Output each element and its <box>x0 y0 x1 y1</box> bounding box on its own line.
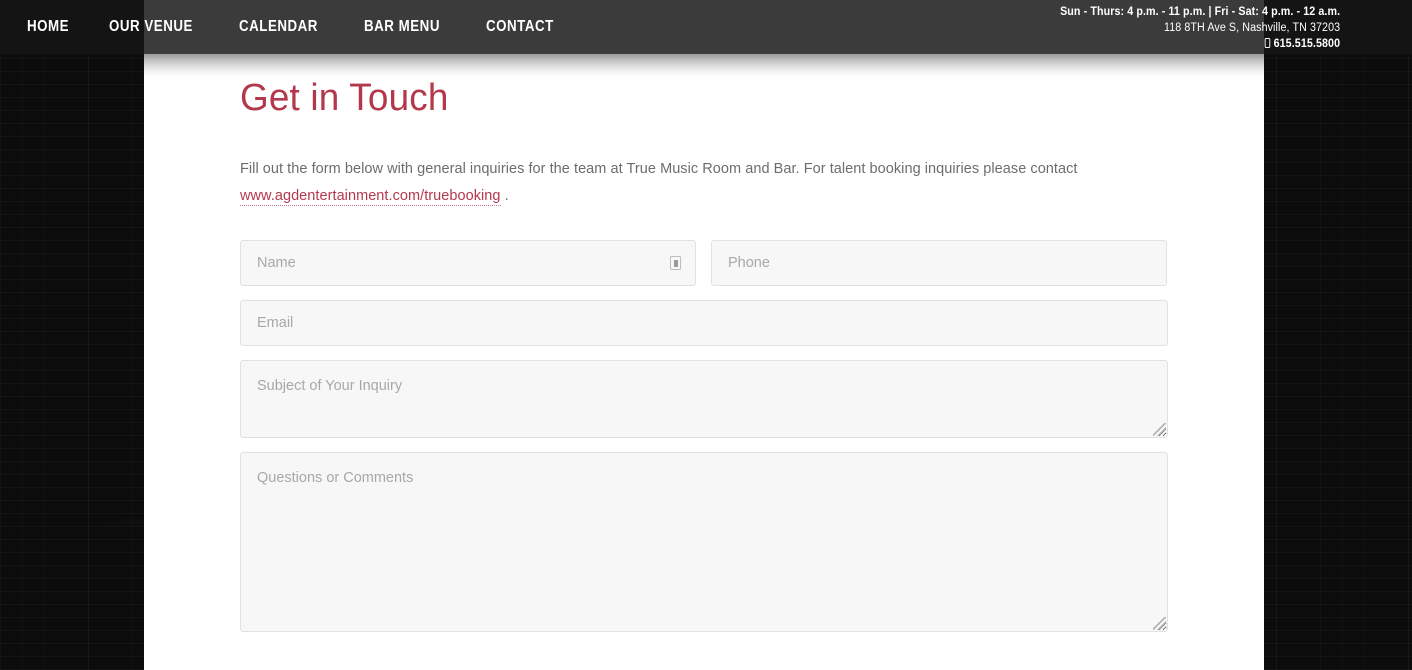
contact-form <box>240 240 1168 632</box>
mobile-phone-icon <box>1264 38 1270 48</box>
email-field-wrap <box>240 300 1168 346</box>
phone-input[interactable] <box>711 240 1167 286</box>
panel-top-shadow <box>144 54 1264 76</box>
nav-item-our-venue[interactable]: OUR VENUE <box>109 18 193 36</box>
nav-links: HOME OUR VENUE CALENDAR BAR MENU CONTACT <box>0 0 564 54</box>
nav-item-calendar[interactable]: CALENDAR <box>239 18 318 36</box>
questions-field-wrap <box>240 452 1168 632</box>
subject-textarea[interactable] <box>240 360 1168 438</box>
venue-address: 118 8TH Ave S, Nashville, TN 37203 <box>1163 22 1340 34</box>
email-input[interactable] <box>240 300 1168 346</box>
venue-phone-number: 615.515.5800 <box>1273 38 1340 50</box>
venue-info: Sun - Thurs: 4 p.m. - 11 p.m. | Fri - Sa… <box>1039 4 1340 52</box>
intro-text-after: . <box>500 188 509 204</box>
top-navbar: HOME OUR VENUE CALENDAR BAR MENU CONTACT… <box>0 0 1412 54</box>
venue-hours: Sun - Thurs: 4 p.m. - 11 p.m. | Fri - Sa… <box>1059 6 1340 18</box>
nav-item-bar-menu[interactable]: BAR MENU <box>364 18 440 36</box>
nav-item-home[interactable]: HOME <box>27 18 69 36</box>
form-row-subject <box>240 360 1168 438</box>
form-row-questions <box>240 452 1168 632</box>
main-content: Get in Touch Fill out the form below wit… <box>240 76 1168 646</box>
name-input[interactable] <box>240 240 696 286</box>
phone-field-wrap <box>711 240 1167 286</box>
intro-paragraph: Fill out the form below with general inq… <box>240 156 1168 210</box>
intro-text-before: Fill out the form below with general inq… <box>240 161 1078 177</box>
venue-phone-line: 615.515.5800 <box>1060 36 1340 52</box>
page-title: Get in Touch <box>240 77 449 119</box>
booking-link[interactable]: www.agdentertainment.com/truebooking <box>240 188 501 206</box>
subject-field-wrap <box>240 360 1168 438</box>
page-background: Get in Touch Fill out the form below wit… <box>0 0 1412 670</box>
name-field-wrap <box>240 240 696 286</box>
questions-textarea[interactable] <box>240 452 1168 632</box>
form-row-email <box>240 300 1168 346</box>
contact-card-icon[interactable] <box>670 256 681 270</box>
form-row-name-phone <box>240 240 1168 286</box>
content-panel: Get in Touch Fill out the form below wit… <box>144 0 1264 670</box>
nav-item-contact[interactable]: CONTACT <box>486 18 554 36</box>
